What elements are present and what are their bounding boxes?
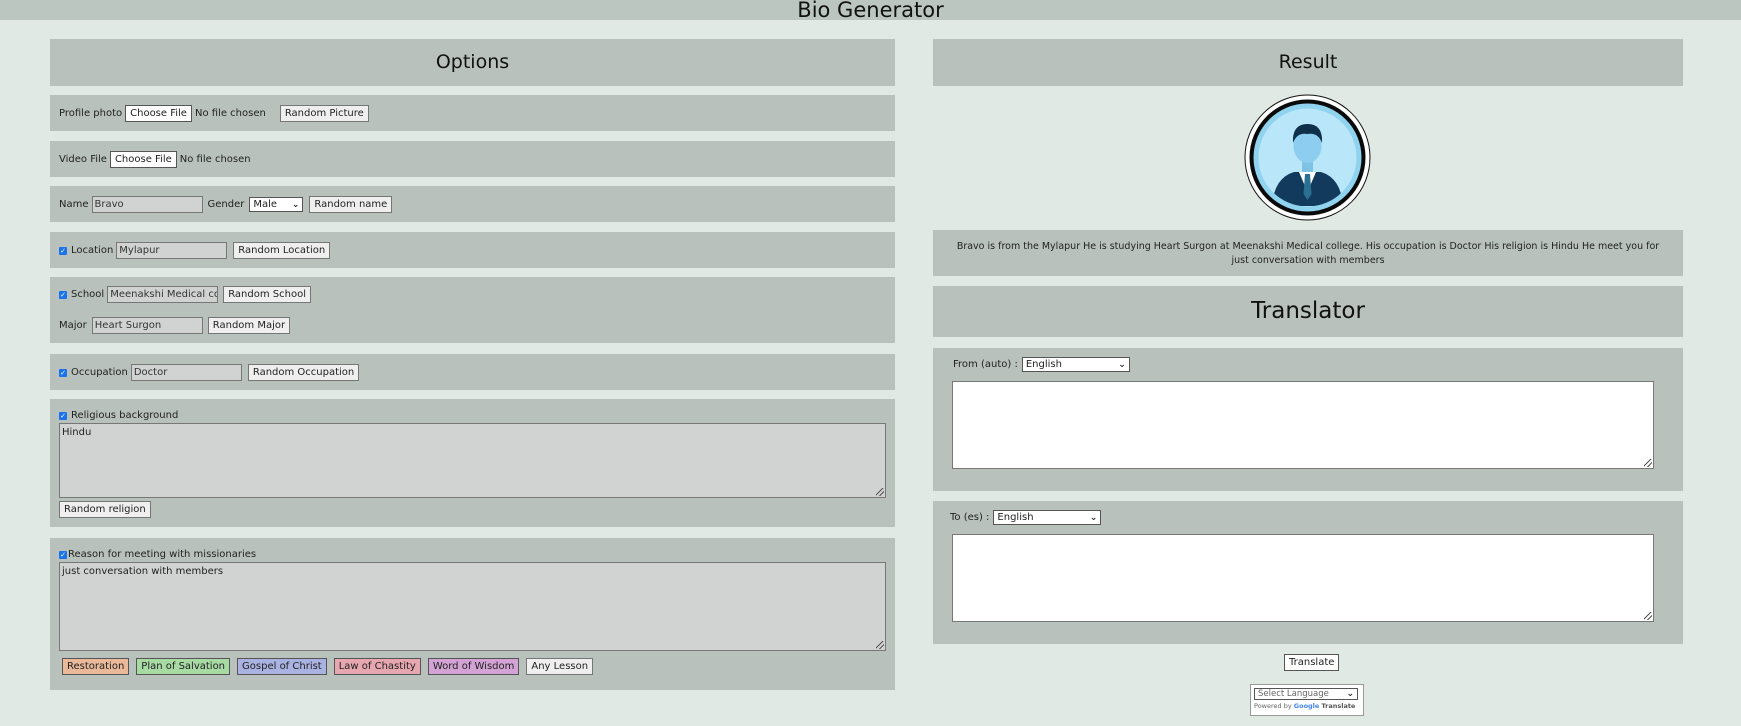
translator-to-section: To (es) : English ⌄ <box>933 501 1683 644</box>
gender-select[interactable]: Male ⌄ <box>249 197 304 212</box>
major-input[interactable]: Heart Surgon <box>91 317 203 334</box>
chevron-down-icon: ⌄ <box>1089 512 1098 523</box>
target-text-area[interactable] <box>952 534 1654 622</box>
religion-label: Religious background <box>71 410 179 421</box>
gender-label: Gender <box>207 199 245 210</box>
result-heading: Result <box>1278 51 1338 73</box>
lesson-buttons: Restoration Plan of Salvation Gospel of … <box>62 658 600 675</box>
profile-photo-status: No file chosen <box>194 108 266 119</box>
occupation-input[interactable]: Doctor <box>130 364 242 381</box>
resize-grip-icon[interactable] <box>876 641 884 649</box>
religion-section: ✓ Religious background Hindu Random reli… <box>50 399 895 527</box>
from-language-select[interactable]: English ⌄ <box>1021 357 1130 372</box>
app-title-bar: Bio Generator <box>0 0 1741 22</box>
name-label: Name <box>59 199 89 210</box>
location-input[interactable]: Mylapur <box>116 242 228 259</box>
occupation-checkbox[interactable]: ✓ <box>59 368 67 377</box>
businessman-avatar-icon <box>1244 94 1371 221</box>
location-checkbox[interactable]: ✓ <box>59 246 67 255</box>
profile-photo-section: Profile photo Choose File No file chosen… <box>50 95 895 131</box>
random-name-button[interactable]: Random name <box>309 196 393 213</box>
video-file-choose-button[interactable]: Choose File <box>109 151 177 168</box>
reason-section: ✓ Reason for meeting with missionaries j… <box>50 538 895 690</box>
google-logo: Google <box>1293 702 1320 710</box>
school-label: School <box>71 289 105 300</box>
translate-button[interactable]: Translate <box>1284 654 1340 671</box>
school-input[interactable]: Meenakshi Medical colleg <box>107 286 219 303</box>
lesson-law-of-chastity-button[interactable]: Law of Chastity <box>333 658 421 675</box>
location-label: Location <box>71 245 114 256</box>
result-header: Result <box>933 39 1683 86</box>
translator-heading: Translator <box>1251 298 1365 324</box>
major-label: Major <box>59 320 87 331</box>
lesson-any-lesson-button[interactable]: Any Lesson <box>526 658 594 675</box>
powered-by-google: Powered by Google Translate <box>1254 702 1360 710</box>
location-section: ✓ Location Mylapur Random Location <box>50 232 895 268</box>
name-input[interactable]: Bravo <box>91 196 203 213</box>
resize-grip-icon[interactable] <box>1644 459 1652 467</box>
lesson-restoration-button[interactable]: Restoration <box>62 658 130 675</box>
to-language-select[interactable]: English ⌄ <box>993 510 1102 525</box>
chevron-down-icon: ⌄ <box>1118 359 1126 370</box>
app-title: Bio Generator <box>797 0 944 22</box>
random-location-button[interactable]: Random Location <box>233 242 331 259</box>
random-occupation-button[interactable]: Random Occupation <box>247 364 360 381</box>
religion-textarea[interactable]: Hindu <box>59 423 886 498</box>
to-language-label: To (es) : <box>950 512 990 523</box>
religion-text: Hindu <box>62 427 92 438</box>
google-translate-widget: Select Language ⌄ Powered by Google Tran… <box>1250 684 1364 716</box>
reason-text: just conversation with members <box>62 566 224 577</box>
translator-from-section: From (auto) : English ⌄ <box>933 348 1683 491</box>
select-language-dropdown[interactable]: Select Language ⌄ <box>1254 688 1358 700</box>
video-file-label: Video File <box>59 154 107 165</box>
from-language-value: English <box>1025 359 1062 370</box>
video-file-section: Video File Choose File No file chosen <box>50 141 895 177</box>
resize-grip-icon[interactable] <box>1644 612 1652 620</box>
source-text-area[interactable] <box>952 381 1654 469</box>
gender-select-value: Male <box>253 199 278 210</box>
school-section: ✓ School Meenakshi Medical colleg Random… <box>50 277 895 343</box>
bio-text: Bravo is from the Mylapur He is studying… <box>956 241 1660 266</box>
reason-textarea[interactable]: just conversation with members <box>59 562 886 651</box>
random-religion-button[interactable]: Random religion <box>59 501 151 518</box>
random-school-button[interactable]: Random School <box>223 286 311 303</box>
reason-checkbox[interactable]: ✓ <box>59 550 67 559</box>
name-section: Name Bravo Gender Male ⌄ Random name <box>50 186 895 222</box>
reason-label: Reason for meeting with missionaries <box>68 549 257 560</box>
random-picture-button[interactable]: Random Picture <box>279 105 369 122</box>
translate-word: Translate <box>1321 702 1356 710</box>
translator-header: Translator <box>933 286 1683 337</box>
chevron-down-icon: ⌄ <box>1346 689 1354 699</box>
powered-by-text: Powered by <box>1254 702 1292 710</box>
occupation-section: ✓ Occupation Doctor Random Occupation <box>50 354 895 390</box>
options-header: Options <box>50 39 895 86</box>
options-heading: Options <box>435 51 510 73</box>
to-language-value: English <box>997 512 1034 523</box>
lesson-word-of-wisdom-button[interactable]: Word of Wisdom <box>427 658 520 675</box>
profile-photo-choose-button[interactable]: Choose File <box>125 105 192 122</box>
profile-photo-label: Profile photo <box>59 108 123 119</box>
lesson-gospel-of-christ-button[interactable]: Gospel of Christ <box>237 658 327 675</box>
chevron-down-icon: ⌄ <box>291 199 300 210</box>
select-language-label: Select Language <box>1258 689 1329 699</box>
lesson-plan-of-salvation-button[interactable]: Plan of Salvation <box>136 658 231 675</box>
from-language-label: From (auto) : <box>953 359 1018 370</box>
bio-result-panel: Bravo is from the Mylapur He is studying… <box>933 230 1683 276</box>
religion-checkbox[interactable]: ✓ <box>59 411 67 420</box>
video-file-status: No file chosen <box>179 154 251 165</box>
random-major-button[interactable]: Random Major <box>207 317 291 334</box>
resize-grip-icon[interactable] <box>876 488 884 496</box>
school-checkbox[interactable]: ✓ <box>59 290 67 299</box>
occupation-label: Occupation <box>71 367 128 378</box>
